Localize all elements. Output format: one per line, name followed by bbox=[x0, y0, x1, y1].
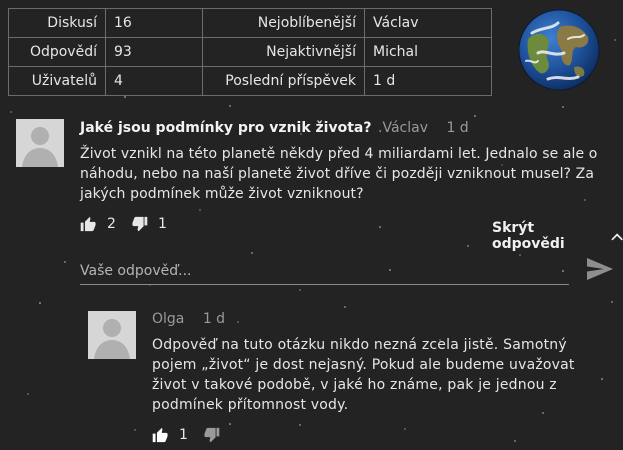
stat-label: Nejaktivnější bbox=[202, 37, 365, 67]
stat-label: Diskusí bbox=[8, 8, 106, 38]
user-avatar-icon[interactable] bbox=[88, 311, 136, 359]
stat-label: Nejoblíbenější bbox=[202, 8, 365, 38]
chevron-up-icon bbox=[611, 232, 623, 240]
reply-input[interactable] bbox=[80, 258, 569, 285]
stats-row: Uživatelů 4 Poslední příspěvek 1 d bbox=[8, 66, 492, 96]
question-body: Život vznikl na této planetě někdy před … bbox=[80, 146, 598, 202]
thumbs-up-icon bbox=[152, 427, 168, 443]
stat-value: Václav bbox=[364, 8, 492, 38]
stat-value: 16 bbox=[105, 8, 203, 38]
question-like-count: 2 bbox=[107, 216, 116, 232]
send-icon[interactable] bbox=[586, 257, 614, 281]
thumbs-down-icon bbox=[204, 427, 220, 443]
stat-label: Poslední příspěvek bbox=[202, 66, 365, 96]
question-dislike-count: 1 bbox=[158, 216, 167, 232]
stat-label: Odpovědí bbox=[8, 37, 106, 67]
stat-value: 93 bbox=[105, 37, 203, 67]
reply-author[interactable]: Olga bbox=[152, 311, 184, 327]
stat-value: 4 bbox=[105, 66, 203, 96]
stat-value: 1 d bbox=[364, 66, 492, 96]
stats-row: Odpovědí 93 Nejaktivnější Michal bbox=[8, 37, 492, 67]
hide-replies-label: Skrýt odpovědi bbox=[492, 220, 565, 252]
hide-replies-button[interactable]: Skrýt odpovědi bbox=[492, 220, 623, 252]
question-time: 1 d bbox=[446, 120, 469, 136]
reply-dislike-button[interactable] bbox=[203, 427, 220, 443]
question-dislike-button[interactable]: 1 bbox=[131, 216, 167, 232]
question-like-button[interactable]: 2 bbox=[80, 216, 116, 232]
reply-like-button[interactable]: 1 bbox=[152, 427, 188, 443]
reply-body: Odpověď na tuto otázku nikdo nezná zcela… bbox=[152, 337, 575, 413]
question-title[interactable]: Jaké jsou podmínky pro vznik života? bbox=[80, 120, 371, 136]
thumbs-up-icon bbox=[80, 216, 96, 232]
thumbs-down-icon bbox=[132, 216, 148, 232]
stat-label: Uživatelů bbox=[8, 66, 106, 96]
earth-globe-icon bbox=[518, 9, 600, 91]
question-author[interactable]: Václav bbox=[382, 120, 428, 136]
question-meta: .Václav 1 d bbox=[378, 120, 469, 136]
reply-meta: Olga 1 d bbox=[152, 311, 225, 327]
reply-like-count: 1 bbox=[179, 427, 188, 443]
reply-time: 1 d bbox=[202, 311, 226, 327]
user-avatar-icon[interactable] bbox=[16, 119, 64, 167]
forum-stats-table: Diskusí 16 Nejoblíbenější Václav Odpověd… bbox=[8, 8, 492, 96]
stat-value: Michal bbox=[364, 37, 492, 67]
stats-row: Diskusí 16 Nejoblíbenější Václav bbox=[8, 8, 492, 38]
